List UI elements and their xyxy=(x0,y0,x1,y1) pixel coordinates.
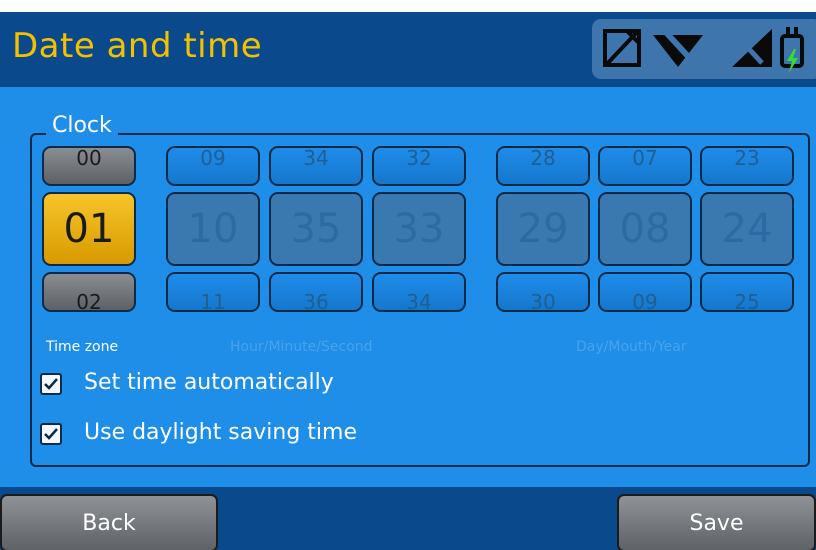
month-current-value[interactable]: 08 xyxy=(598,192,692,266)
hour-current-value[interactable]: 10 xyxy=(166,192,260,266)
time-zone-spinner[interactable]: 00 01 02 xyxy=(42,146,136,312)
set-time-automatically-label: Set time automatically xyxy=(84,370,334,395)
battery-charging-icon xyxy=(780,27,804,73)
second-current-value[interactable]: 33 xyxy=(372,192,466,266)
month-next-value[interactable]: 09 xyxy=(598,272,692,312)
time-zone-caption: Time zone xyxy=(46,339,119,355)
date-time-screen: Date and time Clock 00 01 02 09 10 11 34… xyxy=(0,12,816,550)
date-caption: Day/Mouth/Year xyxy=(576,339,687,355)
month-prev-value[interactable]: 07 xyxy=(598,146,692,186)
time-caption: Hour/Minute/Second xyxy=(230,339,373,355)
clock-group-label: Clock xyxy=(46,113,118,138)
minute-current-value[interactable]: 35 xyxy=(269,192,363,266)
save-button[interactable]: Save xyxy=(617,494,816,550)
hour-next-value[interactable]: 11 xyxy=(166,272,260,312)
sim-card-off-icon xyxy=(603,29,641,67)
set-time-automatically-checkbox[interactable] xyxy=(40,373,62,395)
back-button[interactable]: Back xyxy=(0,494,218,550)
minute-spinner[interactable]: 34 35 36 xyxy=(269,146,363,312)
day-next-value[interactable]: 30 xyxy=(496,272,590,312)
month-spinner[interactable]: 07 08 09 xyxy=(598,146,692,312)
page-title: Date and time xyxy=(12,26,263,66)
second-prev-value[interactable]: 32 xyxy=(372,146,466,186)
use-daylight-saving-label: Use daylight saving time xyxy=(84,420,357,445)
second-spinner[interactable]: 32 33 34 xyxy=(372,146,466,312)
year-next-value[interactable]: 25 xyxy=(700,272,794,312)
time-zone-prev-value[interactable]: 00 xyxy=(42,146,136,186)
day-current-value[interactable]: 29 xyxy=(496,192,590,266)
year-prev-value[interactable]: 23 xyxy=(700,146,794,186)
checkmark-icon xyxy=(44,378,58,390)
wifi-off-icon xyxy=(653,25,703,68)
day-prev-value[interactable]: 28 xyxy=(496,146,590,186)
hour-spinner[interactable]: 09 10 11 xyxy=(166,146,260,312)
header-bar: Date and time xyxy=(0,12,816,87)
year-current-value[interactable]: 24 xyxy=(700,192,794,266)
minute-prev-value[interactable]: 34 xyxy=(269,146,363,186)
year-spinner[interactable]: 23 24 25 xyxy=(700,146,794,312)
time-zone-current-value[interactable]: 01 xyxy=(42,192,136,266)
day-spinner[interactable]: 28 29 30 xyxy=(496,146,590,312)
hour-prev-value[interactable]: 09 xyxy=(166,146,260,186)
cellular-signal-off-icon xyxy=(732,29,772,67)
time-zone-next-value[interactable]: 02 xyxy=(42,272,136,312)
use-daylight-saving-checkbox[interactable] xyxy=(40,423,62,445)
second-next-value[interactable]: 34 xyxy=(372,272,466,312)
minute-next-value[interactable]: 36 xyxy=(269,272,363,312)
checkmark-icon xyxy=(44,428,58,440)
status-bar xyxy=(592,19,816,79)
